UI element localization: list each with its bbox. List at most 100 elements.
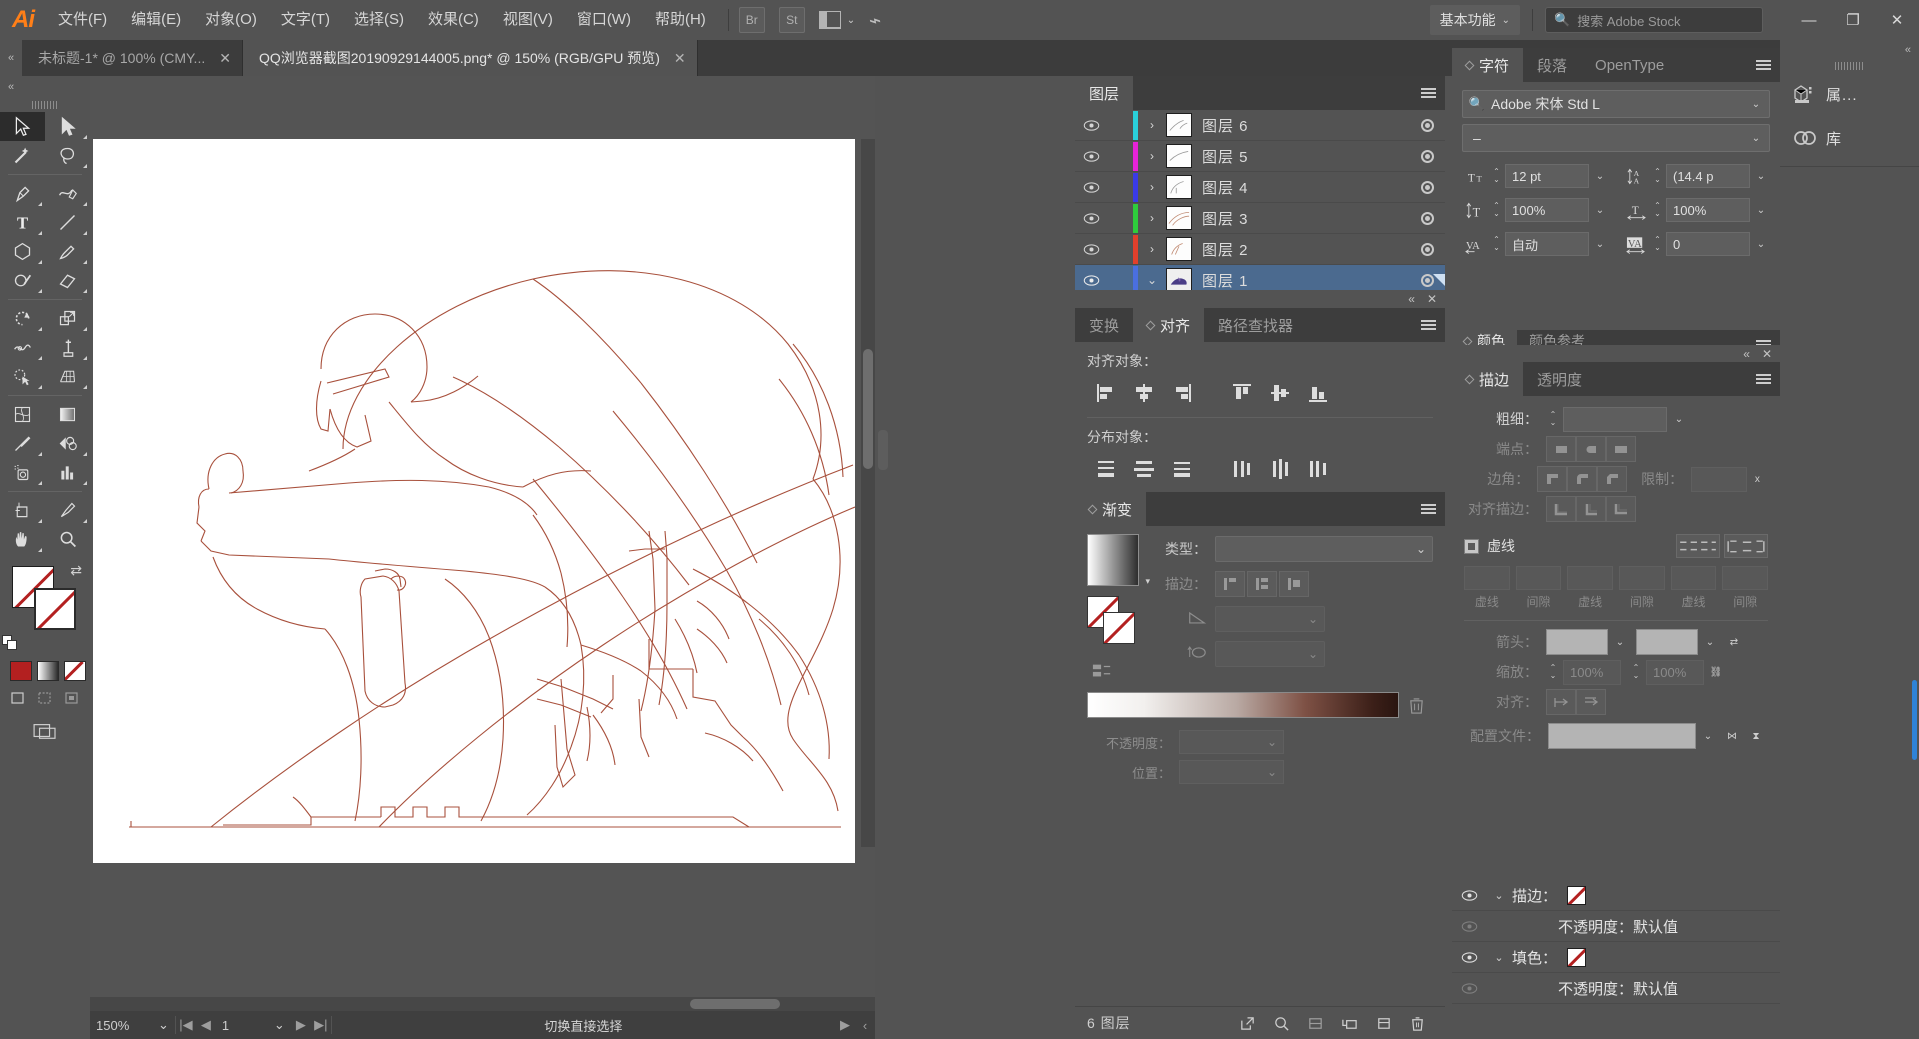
target-indicator[interactable] — [1409, 211, 1445, 225]
stepper-icon[interactable]: ⌃ ⌄ — [1490, 236, 1503, 252]
chevron-down-icon[interactable]: ⌄ — [1750, 205, 1772, 216]
target-indicator[interactable] — [1409, 180, 1445, 194]
tab-transform[interactable]: 变换 — [1075, 308, 1134, 342]
stock-search-input[interactable]: 🔍 搜索 Adobe Stock — [1545, 7, 1763, 33]
slice-tool[interactable] — [45, 496, 90, 525]
lasso-tool[interactable] — [45, 141, 90, 170]
close-button[interactable]: ✕ — [1875, 0, 1919, 40]
expand-layer-icon[interactable]: › — [1138, 242, 1166, 256]
curvature-tool[interactable] — [45, 179, 90, 208]
link-scale-icon[interactable]: ⛓ — [1704, 667, 1728, 678]
tab-align[interactable]: 对齐 — [1133, 308, 1205, 342]
align-stroke-inside-icon[interactable] — [1576, 496, 1606, 522]
dash-input[interactable] — [1567, 566, 1614, 590]
menu-view[interactable]: 视图(V) — [491, 0, 565, 40]
chevron-down-icon[interactable]: ⌄ — [1589, 239, 1611, 250]
tab-pathfinder[interactable]: 路径查找器 — [1204, 308, 1308, 342]
swap-fill-stroke-icon[interactable]: ⇄ — [70, 562, 82, 579]
expand-icon[interactable]: ⌄ — [1486, 951, 1512, 964]
paintbrush-tool[interactable] — [45, 237, 90, 266]
chevron-down-icon[interactable]: ⌄ — [1750, 171, 1772, 182]
arrange-documents-button[interactable]: ⌄ — [818, 11, 855, 29]
stepper-icon[interactable]: ⌃ ⌄ — [1651, 202, 1664, 218]
visibility-toggle-icon[interactable] — [1075, 212, 1107, 225]
zoom-level-value[interactable]: 150% — [90, 1011, 152, 1039]
expand-icon[interactable]: ⌄ — [1486, 889, 1512, 902]
close-icon[interactable]: ✕ — [1427, 292, 1437, 306]
target-indicator[interactable] — [1409, 118, 1445, 132]
projecting-cap-icon[interactable] — [1606, 436, 1636, 462]
butt-cap-icon[interactable] — [1546, 436, 1576, 462]
visibility-toggle-icon[interactable] — [1452, 920, 1486, 933]
tab-character[interactable]: 字符 — [1452, 48, 1524, 82]
visibility-toggle-icon[interactable] — [1452, 951, 1486, 964]
direct-selection-tool[interactable] — [45, 112, 90, 141]
gradient-ramp-slider[interactable] — [1087, 692, 1399, 718]
dock-scroll-indicator[interactable] — [1912, 680, 1917, 760]
shape-builder-tool[interactable] — [0, 362, 45, 391]
gradient-stroke-within-icon[interactable] — [1215, 571, 1245, 597]
collapse-layer-icon[interactable]: ⌄ — [1138, 273, 1166, 287]
visibility-toggle-icon[interactable] — [1452, 982, 1486, 995]
maximize-button[interactable]: ❐ — [1831, 0, 1875, 40]
layer-row[interactable]: › 图层 2 — [1075, 234, 1445, 265]
distribute-vertical-center-button[interactable] — [1125, 453, 1163, 485]
rotate-tool[interactable] — [0, 304, 45, 333]
layer-name[interactable]: 图层 6 — [1202, 115, 1409, 136]
blend-tool[interactable] — [45, 429, 90, 458]
layers-panel-menu-icon[interactable] — [1411, 76, 1445, 110]
align-vertical-center-button[interactable] — [1261, 377, 1299, 409]
gradient-tool[interactable] — [45, 400, 90, 429]
arrow-extend-beyond-icon[interactable] — [1546, 689, 1576, 715]
layer-row[interactable]: › 图层 4 — [1075, 172, 1445, 203]
collapse-icon[interactable]: « — [1743, 347, 1750, 361]
stepper-icon[interactable]: ⌃ ⌄ — [1651, 168, 1664, 184]
layer-name[interactable]: 图层 1 — [1202, 270, 1409, 291]
arrow-scale-start-input[interactable]: 100% — [1563, 659, 1621, 685]
appearance-row-stroke-opacity[interactable]: 不透明度：默认值 — [1452, 911, 1780, 942]
gradient-stroke-across-icon[interactable] — [1279, 571, 1309, 597]
stroke-panel-menu-icon[interactable] — [1746, 362, 1780, 396]
chevron-down-icon[interactable]: ⌄ — [1743, 133, 1769, 144]
canvas-vertical-scrollbar[interactable] — [861, 139, 875, 847]
locate-object-icon[interactable] — [1265, 1008, 1297, 1038]
hand-tool[interactable] — [0, 525, 45, 554]
free-transform-tool[interactable] — [45, 333, 90, 362]
dash-adjust-corners-icon[interactable] — [1724, 534, 1768, 558]
visibility-toggle-icon[interactable] — [1452, 889, 1486, 902]
layer-name[interactable]: 图层 2 — [1202, 239, 1409, 260]
menu-window[interactable]: 窗口(W) — [565, 0, 643, 40]
bridge-badge-icon[interactable]: Br — [738, 7, 765, 33]
distribute-left-button[interactable] — [1223, 453, 1261, 485]
expand-layer-icon[interactable]: › — [1138, 211, 1166, 225]
leading-value[interactable]: (14.4 p — [1666, 164, 1750, 188]
tab-paragraph[interactable]: 段落 — [1523, 48, 1582, 82]
flip-profile-vertical-icon[interactable]: ⧗ — [1744, 731, 1768, 742]
toolbar-drag-handle[interactable] — [0, 98, 90, 112]
layer-row[interactable]: › 图层 6 — [1075, 110, 1445, 141]
pen-tool[interactable] — [0, 179, 45, 208]
horizontal-scale-value[interactable]: 100% — [1666, 198, 1750, 222]
visibility-toggle-icon[interactable] — [1075, 119, 1107, 132]
chevron-down-icon[interactable]: ⌄ — [1750, 239, 1772, 250]
layer-name[interactable]: 图层 5 — [1202, 146, 1409, 167]
gap-input[interactable] — [1515, 566, 1562, 590]
close-icon[interactable]: ✕ — [674, 50, 686, 67]
artboard-number-value[interactable]: 1 — [216, 1011, 268, 1039]
gradient-position-input[interactable]: ⌄ — [1179, 760, 1284, 784]
dash-preserve-exact-icon[interactable] — [1676, 534, 1720, 558]
stepper-icon[interactable]: ⌃ ⌄ — [1546, 411, 1560, 427]
align-stroke-outside-icon[interactable] — [1606, 496, 1636, 522]
profile-select[interactable] — [1548, 723, 1696, 749]
eyedropper-tool[interactable] — [0, 429, 45, 458]
zoom-tool[interactable] — [45, 525, 90, 554]
close-icon[interactable]: ✕ — [1762, 347, 1772, 361]
type-tool[interactable]: T — [0, 208, 45, 237]
stroke-limit-input[interactable] — [1691, 466, 1747, 492]
eraser-tool[interactable] — [45, 266, 90, 295]
first-artboard-button[interactable]: |◀ — [176, 1017, 196, 1033]
status-resize-icon[interactable]: ‹ — [855, 1018, 875, 1033]
toolbar-collapse-icon[interactable]: « — [0, 76, 90, 98]
tab-opentype[interactable]: OpenType — [1581, 48, 1679, 82]
layer-row[interactable]: › 图层 3 — [1075, 203, 1445, 234]
